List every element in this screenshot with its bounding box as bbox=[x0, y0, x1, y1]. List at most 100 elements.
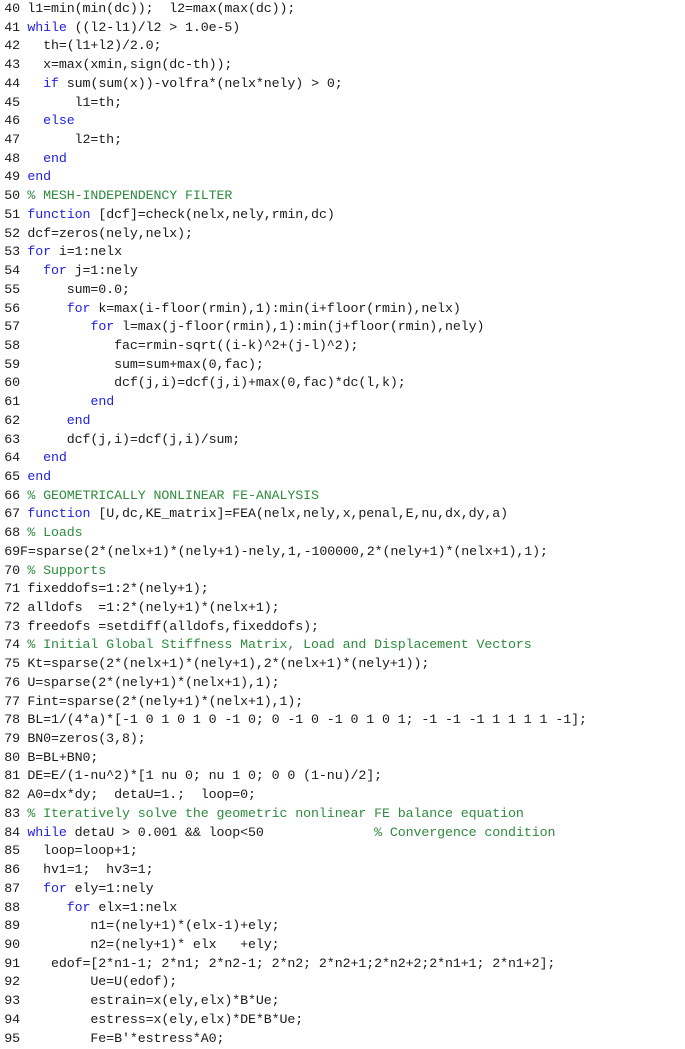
code-listing: 40 l1=min(min(dc)); l2=max(max(dc)); 41 whi… bbox=[0, 0, 685, 1049]
code-line: 56 for k=max(i-floor(rmin),1):min(i+floo… bbox=[0, 300, 685, 319]
code-line: 89 n1=(nely+1)*(elx-1)+ely; bbox=[0, 917, 685, 936]
code-line: 64 end bbox=[0, 449, 685, 468]
code-line: 53 for i=1:nelx bbox=[0, 243, 685, 262]
code-line: 70 % Supports bbox=[0, 562, 685, 581]
code-line: 73 freedofs =setdiff(alldofs,fixeddofs); bbox=[0, 618, 685, 637]
line-number: 66 bbox=[4, 487, 20, 503]
code-line: 91 edof=[2*n1-1; 2*n1; 2*n2-1; 2*n2; 2*n… bbox=[0, 955, 685, 974]
line-number: 77 bbox=[4, 693, 20, 709]
code-line: 69F=sparse(2*(nelx+1)*(nely+1)-nely,1,-1… bbox=[0, 543, 685, 562]
code-line: 45 l1=th; bbox=[0, 94, 685, 113]
line-number: 70 bbox=[4, 562, 20, 578]
code-text: n2=(nely+1)* elx +ely; bbox=[27, 936, 280, 952]
code-keyword: end bbox=[43, 150, 67, 166]
line-number: 72 bbox=[4, 600, 20, 615]
line-number: 41 bbox=[4, 19, 20, 35]
line-number: 61 bbox=[4, 394, 20, 410]
code-line: 58 fac=rmin-sqrt((i-k)^2+(j-l)^2); bbox=[0, 337, 685, 356]
line-number: 62 bbox=[4, 412, 20, 428]
code-comment: % Convergence condition bbox=[374, 824, 556, 840]
code-line: 68 % Loads bbox=[0, 524, 685, 543]
code-text: edof=[2*n1-1; 2*n1; 2*n2-1; 2*n2; 2*n2+1… bbox=[27, 955, 556, 971]
code-text: Fe=B'*estress*A0; bbox=[27, 1030, 225, 1046]
code-line: 85 loop=loop+1; bbox=[0, 842, 685, 861]
line-number: 89 bbox=[4, 918, 20, 934]
line-number: 42 bbox=[4, 38, 20, 54]
line-number: 55 bbox=[4, 281, 20, 297]
line-number: 80 bbox=[4, 749, 20, 765]
code-line: 95 Fe=B'*estress*A0; bbox=[0, 1030, 685, 1049]
line-number: 93 bbox=[4, 993, 20, 1009]
code-line: 76 U=sparse(2*(nely+1)*(nelx+1),1); bbox=[0, 674, 685, 693]
line-number: 52 bbox=[4, 225, 20, 241]
code-text: dcf(j,i)=dcf(j,i)/sum; bbox=[27, 431, 241, 447]
code-comment: % Iteratively solve the geometric nonlin… bbox=[27, 805, 524, 821]
code-keyword: for bbox=[66, 300, 91, 316]
code-line: 55 sum=0.0; bbox=[0, 281, 685, 300]
code-text: hv1=1; hv3=1; bbox=[27, 862, 154, 878]
code-text: i=1:nelx bbox=[51, 244, 122, 260]
line-number: 79 bbox=[4, 731, 20, 747]
code-text: ely=1:nely bbox=[66, 880, 154, 896]
line-number: 40 bbox=[4, 1, 20, 16]
code-text: BN0=zeros(3,8); bbox=[27, 731, 146, 747]
code-text: sum=sum+max(0,fac); bbox=[27, 356, 264, 372]
code-line: 63 dcf(j,i)=dcf(j,i)/sum; bbox=[0, 431, 685, 450]
code-line: 40 l1=min(min(dc)); l2=max(max(dc)); bbox=[0, 0, 685, 19]
line-number: 94 bbox=[4, 1011, 20, 1027]
code-line: 62 end bbox=[0, 412, 685, 431]
code-text: l2=th; bbox=[27, 132, 122, 148]
line-number: 81 bbox=[4, 768, 20, 784]
line-number: 57 bbox=[4, 319, 20, 335]
code-line: 79 BN0=zeros(3,8); bbox=[0, 730, 685, 749]
code-line: 51 function [dcf]=check(nelx,nely,rmin,dc… bbox=[0, 206, 685, 225]
code-comment: % MESH-INDEPENDENCY FILTER bbox=[27, 188, 233, 204]
code-text: alldofs =1:2*(nely+1)*(nelx+1); bbox=[27, 600, 280, 615]
line-number: 54 bbox=[4, 263, 20, 279]
code-line: 59 sum=sum+max(0,fac); bbox=[0, 356, 685, 375]
code-line: 66 % GEOMETRICALLY NONLINEAR FE-ANALYSIS bbox=[0, 487, 685, 506]
code-keyword: end bbox=[27, 169, 52, 185]
code-line: 43 x=max(xmin,sign(dc-th)); bbox=[0, 56, 685, 75]
code-text: detaU > 0.001 && loop<50 bbox=[66, 824, 375, 840]
code-text: ((l2-l1)/l2 > 1.0e-5) bbox=[66, 19, 241, 35]
code-keyword: for bbox=[43, 880, 67, 896]
code-comment: % Initial Global Stiffness Matrix, Load … bbox=[27, 637, 532, 653]
line-number: 48 bbox=[4, 150, 20, 166]
code-text: [dcf]=check(nelx,nely,rmin,dc) bbox=[90, 206, 335, 222]
code-text: elx=1:nelx bbox=[90, 899, 178, 915]
code-line: 87 for ely=1:nely bbox=[0, 880, 685, 899]
code-keyword: if bbox=[43, 75, 59, 91]
code-keyword: function bbox=[27, 206, 91, 222]
line-number: 44 bbox=[4, 75, 20, 91]
line-number: 83 bbox=[4, 805, 20, 821]
code-text: DE=E/(1-nu^2)*[1 nu 0; nu 1 0; 0 0 (1-nu… bbox=[27, 768, 382, 784]
code-text: n1=(nely+1)*(elx-1)+ely; bbox=[27, 918, 280, 934]
code-keyword: function bbox=[27, 506, 91, 522]
line-number: 65 bbox=[4, 468, 20, 484]
line-number: 75 bbox=[4, 656, 20, 672]
code-line: 74 % Initial Global Stiffness Matrix, Loa… bbox=[0, 636, 685, 655]
code-line: 84 while detaU > 0.001 && loop<50 % Conve… bbox=[0, 824, 685, 843]
line-number: 59 bbox=[4, 356, 20, 372]
line-number: 58 bbox=[4, 337, 20, 353]
code-line: 75 Kt=sparse(2*(nelx+1)*(nely+1),2*(nelx+… bbox=[0, 655, 685, 674]
code-line: 61 end bbox=[0, 393, 685, 412]
code-line: 93 estrain=x(ely,elx)*B*Ue; bbox=[0, 992, 685, 1011]
code-keyword: while bbox=[27, 19, 67, 35]
code-text: l1=min(min(dc)); l2=max(max(dc)); bbox=[27, 1, 296, 16]
code-line: 50 % MESH-INDEPENDENCY FILTER bbox=[0, 187, 685, 206]
line-number: 50 bbox=[4, 188, 20, 204]
code-keyword: while bbox=[27, 824, 67, 840]
code-line: 82 A0=dx*dy; detaU=1.; loop=0; bbox=[0, 786, 685, 805]
code-text: k=max(i-floor(rmin),1):min(i+floor(rmin)… bbox=[90, 300, 461, 316]
line-number: 78 bbox=[4, 712, 20, 728]
code-line: 86 hv1=1; hv3=1; bbox=[0, 861, 685, 880]
